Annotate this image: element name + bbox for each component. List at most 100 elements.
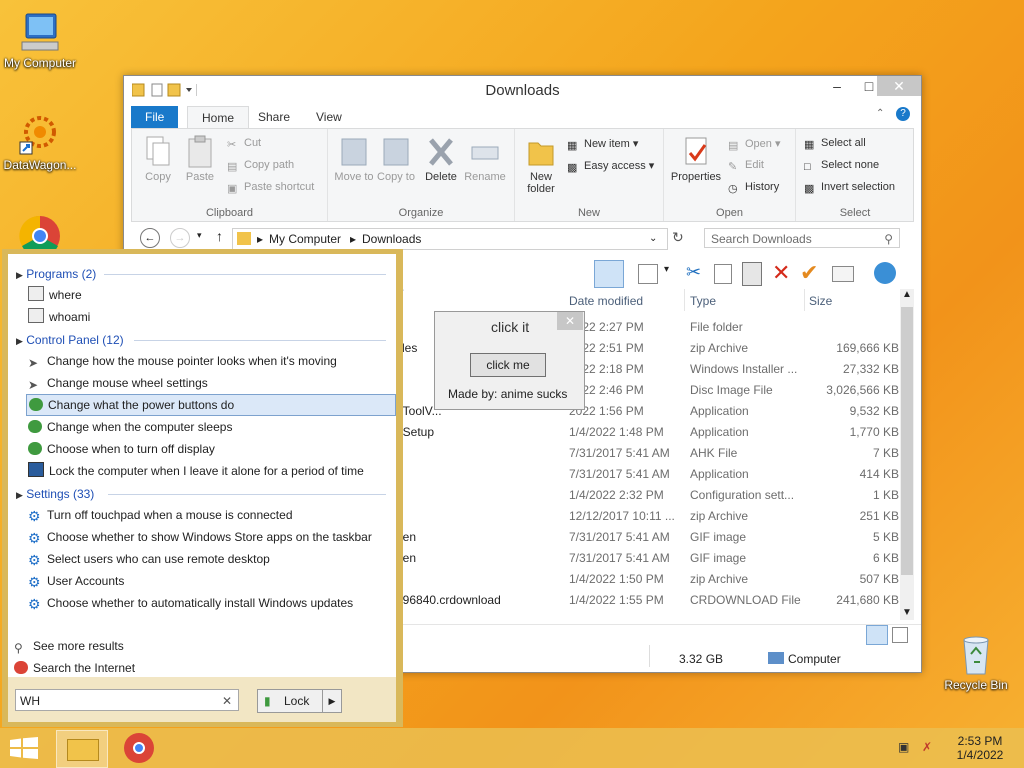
- large-icons-view-icon[interactable]: [892, 627, 908, 643]
- search-input[interactable]: Search Downloads ⚲: [704, 228, 900, 248]
- result-touchpad[interactable]: ⚙ Turn off touchpad when a mouse is conne…: [28, 505, 293, 525]
- help-icon[interactable]: ?: [896, 107, 910, 121]
- move-to-button[interactable]: Move to: [333, 135, 375, 183]
- address-bar[interactable]: ▸ My Computer ▸ Downloads ⌄: [232, 228, 668, 250]
- preview-pane-icon[interactable]: [594, 260, 624, 288]
- table-row[interactable]: k7/31/2017 5:41 AM AHK File 7 KB: [394, 443, 914, 464]
- minimize-button[interactable]: –: [822, 76, 852, 96]
- refresh-icon[interactable]: ↻: [672, 229, 684, 246]
- new-folder-button[interactable]: New folder: [520, 135, 562, 195]
- click-me-button[interactable]: click me: [470, 353, 546, 377]
- tab-home[interactable]: Home: [187, 106, 250, 129]
- column-date-modified[interactable]: Date modified: [569, 294, 643, 308]
- table-row[interactable]: 1/4/2022 1:50 PM zip Archive 507 KB: [394, 569, 914, 590]
- breadcrumb-downloads[interactable]: Downloads: [362, 229, 421, 249]
- forward-icon[interactable]: →: [170, 228, 190, 248]
- up-icon[interactable]: ↑: [216, 228, 223, 244]
- back-icon[interactable]: ←: [140, 228, 160, 248]
- taskbar-chrome[interactable]: [124, 733, 154, 763]
- settings-section-header[interactable]: ▶ Settings (33): [16, 487, 94, 501]
- control-panel-section-header[interactable]: ▶ Control Panel (12): [16, 333, 124, 347]
- network-icon[interactable]: ▣: [898, 740, 909, 754]
- volume-muted-icon[interactable]: ✗: [922, 740, 932, 754]
- search-internet-link[interactable]: Search the Internet: [14, 658, 135, 678]
- details-view-icon[interactable]: [866, 625, 888, 645]
- paste-button[interactable]: Paste: [179, 135, 221, 183]
- invert-selection-button[interactable]: ▩ Invert selection: [804, 181, 895, 195]
- dropdown-icon[interactable]: ▾: [664, 264, 669, 275]
- scroll-down-icon[interactable]: ▼: [902, 607, 912, 618]
- tab-view[interactable]: View: [302, 106, 356, 128]
- address-dropdown-icon[interactable]: ⌄: [649, 229, 657, 249]
- result-lock-computer[interactable]: Lock the computer when I leave it alone …: [28, 461, 364, 481]
- desktop-icon-my-computer[interactable]: My Computer: [0, 10, 80, 70]
- copy-path-button[interactable]: ▤ Copy path: [227, 159, 294, 173]
- table-row[interactable]: een 7/31/2017 5:41 AM GIF image 5 KB: [394, 527, 914, 548]
- cut-button[interactable]: ✂ Cut: [227, 137, 261, 151]
- result-remote-desktop[interactable]: ⚙ Select users who can use remote desktop: [28, 549, 270, 569]
- desktop-icon-recycle-bin[interactable]: Recycle Bin: [936, 632, 1016, 692]
- select-none-button[interactable]: □ Select none: [804, 159, 879, 173]
- delete-button[interactable]: Delete: [420, 135, 462, 183]
- checkmark-icon[interactable]: ✔: [800, 260, 818, 286]
- table-row[interactable]: een 7/31/2017 5:41 AM GIF image 6 KB: [394, 548, 914, 569]
- tab-file[interactable]: File: [131, 106, 179, 128]
- open-button[interactable]: ▤ Open ▾: [728, 137, 781, 152]
- copy-button[interactable]: Copy: [137, 135, 179, 183]
- see-more-results-link[interactable]: ⚲ See more results: [14, 636, 124, 656]
- globe-icon[interactable]: [874, 262, 896, 284]
- windows-start-icon[interactable]: [10, 737, 38, 762]
- clock[interactable]: 2:53 PM 1/4/2022: [950, 734, 1010, 762]
- result-mouse-wheel[interactable]: ➤ Change mouse wheel settings: [28, 373, 208, 393]
- table-row[interactable]: 1/4/2022 2:32 PM Configuration sett... 1 K…: [394, 485, 914, 506]
- column-type[interactable]: Type: [690, 294, 716, 308]
- result-turn-off-display[interactable]: Choose when to turn off display: [28, 439, 215, 459]
- history-button[interactable]: ◷ History: [728, 181, 779, 195]
- properties-button[interactable]: Properties: [668, 135, 724, 183]
- rename-button[interactable]: Rename: [464, 135, 506, 183]
- easy-access-button[interactable]: ▩ Easy access ▾: [567, 159, 654, 174]
- result-computer-sleeps[interactable]: Change when the computer sleeps: [28, 417, 232, 437]
- cut-icon[interactable]: ✂: [686, 262, 701, 283]
- copy-icon[interactable]: [714, 264, 732, 284]
- dialog-title-bar[interactable]: click it ✕: [435, 312, 584, 340]
- check-folder-icon[interactable]: [638, 264, 658, 284]
- desktop-icon-datawagon[interactable]: DataWagon...: [0, 112, 80, 172]
- result-where[interactable]: where: [28, 285, 82, 305]
- recent-dropdown-icon[interactable]: ▾: [197, 230, 202, 241]
- tab-share[interactable]: Share: [244, 106, 304, 128]
- copy-to-button[interactable]: Copy to: [375, 135, 417, 183]
- scrollbar-thumb[interactable]: [901, 307, 913, 575]
- table-row[interactable]: 12/12/2017 10:11 ... zip Archive 251 KB: [394, 506, 914, 527]
- title-bar[interactable]: Downloads – □ ✕: [124, 76, 921, 104]
- column-size[interactable]: Size: [809, 294, 832, 308]
- result-user-accounts[interactable]: ⚙ User Accounts: [28, 571, 124, 591]
- collapse-ribbon-icon[interactable]: ⌃: [876, 108, 884, 119]
- edit-button[interactable]: ✎ Edit: [728, 159, 764, 173]
- close-button[interactable]: ✕: [877, 76, 921, 96]
- clear-search-icon[interactable]: ✕: [222, 690, 232, 712]
- rename-icon[interactable]: [832, 266, 854, 282]
- select-all-button[interactable]: ▦ Select all: [804, 137, 866, 151]
- start-search-input[interactable]: WH ✕: [15, 689, 239, 711]
- programs-section-header[interactable]: ▶ Programs (2): [16, 267, 96, 281]
- table-row[interactable]: eSetup 1/4/2022 1:48 PM Application 1,770 K…: [394, 422, 914, 443]
- table-row[interactable]: 196840.crdownload 1/4/2022 1:55 PM CRDOWNL…: [394, 590, 914, 611]
- result-windows-updates[interactable]: ⚙ Choose whether to automatically install…: [28, 593, 353, 613]
- delete-icon[interactable]: ✕: [772, 260, 790, 286]
- breadcrumb-my-computer[interactable]: My Computer: [269, 229, 341, 249]
- taskbar-file-explorer[interactable]: [56, 730, 108, 768]
- vertical-scrollbar[interactable]: ▲ ▼: [900, 289, 914, 620]
- table-row[interactable]: 7/31/2017 5:41 AM Application 414 KB: [394, 464, 914, 485]
- new-item-button[interactable]: ▦ New item ▾: [567, 137, 638, 152]
- dialog-close-button[interactable]: ✕: [557, 312, 583, 330]
- result-power-buttons[interactable]: Change what the power buttons do: [26, 394, 396, 416]
- result-whoami[interactable]: whoami: [28, 307, 90, 327]
- lock-button[interactable]: ▮ Lock: [257, 689, 323, 713]
- scroll-up-icon[interactable]: ▲: [902, 289, 912, 300]
- paste-icon[interactable]: [742, 262, 762, 286]
- result-store-apps-taskbar[interactable]: ⚙ Choose whether to show Windows Store ap…: [28, 527, 372, 547]
- paste-shortcut-button[interactable]: ▣ Paste shortcut: [227, 181, 314, 195]
- result-mouse-pointer[interactable]: ➤ Change how the mouse pointer looks when…: [28, 351, 337, 371]
- shutdown-options-arrow[interactable]: ▶: [322, 689, 342, 713]
